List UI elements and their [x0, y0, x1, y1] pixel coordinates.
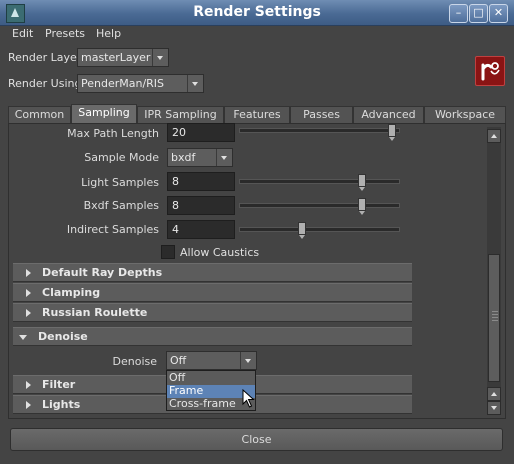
render-layer-select[interactable]: masterLayer — [77, 48, 169, 67]
bxdf-samples-label: Bxdf Samples — [83, 199, 159, 212]
tab-common[interactable]: Common — [8, 106, 71, 123]
expand-arrow-icon — [26, 269, 31, 277]
render-using-label: Render Using — [8, 77, 82, 90]
light-samples-slider[interactable] — [239, 179, 400, 184]
expand-arrow-icon — [26, 309, 31, 317]
menu-help[interactable]: Help — [96, 27, 121, 40]
renderman-logo-icon — [475, 56, 505, 86]
grip-icon — [492, 311, 498, 323]
scroll-up-icon[interactable] — [487, 387, 501, 401]
title-bar: Render Settings – □ ✕ — [0, 0, 514, 26]
close-button[interactable]: Close — [10, 428, 503, 451]
max-path-length-label: Max Path Length — [67, 127, 159, 140]
sample-mode-label: Sample Mode — [84, 151, 159, 164]
section-clamping[interactable]: Clamping — [13, 283, 412, 302]
vertical-scrollbar[interactable] — [487, 127, 501, 415]
denoise-select[interactable]: Off — [166, 351, 257, 370]
bxdf-samples-slider-handle[interactable] — [358, 198, 366, 215]
expand-arrow-icon — [26, 289, 31, 297]
section-filter-label: Filter — [42, 378, 76, 391]
render-using-value: PenderMan/RIS — [81, 77, 165, 90]
max-path-length-field[interactable]: 20 — [167, 123, 235, 142]
section-russian-roulette[interactable]: Russian Roulette — [13, 303, 412, 322]
menu-presets[interactable]: Presets — [45, 27, 85, 40]
render-using-select[interactable]: PenderMan/RIS — [77, 74, 204, 93]
section-denoise-label: Denoise — [38, 330, 88, 343]
section-lights-label: Lights — [42, 398, 81, 411]
bxdf-samples-slider[interactable] — [239, 203, 400, 208]
light-samples-field[interactable]: 8 — [167, 172, 235, 191]
max-path-length-slider[interactable] — [239, 128, 400, 133]
light-samples-label: Light Samples — [81, 176, 159, 189]
chevron-down-icon — [152, 49, 168, 66]
minimize-button[interactable]: – — [449, 4, 468, 23]
expand-arrow-icon — [26, 381, 31, 389]
collapse-arrow-icon — [19, 335, 27, 340]
maximize-button[interactable]: □ — [469, 4, 488, 23]
menu-edit[interactable]: Edit — [12, 27, 33, 40]
mouse-cursor-icon — [242, 389, 255, 408]
tab-sampling[interactable]: Sampling — [71, 104, 137, 124]
denoise-value: Off — [170, 354, 187, 367]
section-clamping-label: Clamping — [42, 286, 101, 299]
chevron-down-icon — [240, 352, 256, 369]
indirect-samples-slider[interactable] — [239, 227, 400, 232]
scroll-up-icon[interactable] — [487, 129, 501, 143]
indirect-samples-field[interactable]: 4 — [167, 220, 235, 239]
bxdf-samples-field[interactable]: 8 — [167, 196, 235, 215]
sample-mode-value: bxdf — [171, 151, 196, 164]
chevron-down-icon — [187, 75, 203, 92]
max-path-length-slider-handle[interactable] — [388, 124, 396, 141]
tab-passes[interactable]: Passes — [290, 106, 353, 123]
section-default-ray-depths[interactable]: Default Ray Depths — [13, 263, 412, 282]
light-samples-slider-handle[interactable] — [358, 174, 366, 191]
chevron-down-icon — [216, 149, 232, 166]
allow-caustics-checkbox[interactable] — [161, 245, 175, 259]
expand-arrow-icon — [26, 401, 31, 409]
section-denoise[interactable]: Denoise — [13, 327, 412, 346]
tab-features[interactable]: Features — [224, 106, 290, 123]
indirect-samples-label: Indirect Samples — [66, 223, 159, 236]
tab-advanced[interactable]: Advanced — [353, 106, 424, 123]
menu-bar: Edit Presets Help — [0, 26, 514, 43]
window-title: Render Settings — [193, 4, 321, 20]
render-layer-label: Render Layer — [8, 51, 82, 64]
allow-caustics-label: Allow Caustics — [180, 246, 260, 259]
render-layer-value: masterLayer — [81, 51, 151, 64]
indirect-samples-slider-handle[interactable] — [298, 222, 306, 239]
scrollbar-thumb[interactable] — [488, 254, 500, 382]
sample-mode-select[interactable]: bxdf — [167, 148, 233, 167]
section-russian-roulette-label: Russian Roulette — [42, 306, 148, 319]
denoise-label: Denoise — [112, 355, 158, 368]
tab-ipr-sampling[interactable]: IPR Sampling — [137, 106, 224, 123]
scroll-down-icon[interactable] — [487, 401, 501, 415]
tab-workspace[interactable]: Workspace — [424, 106, 506, 123]
close-window-button[interactable]: ✕ — [489, 4, 508, 23]
section-default-ray-depths-label: Default Ray Depths — [42, 266, 163, 279]
